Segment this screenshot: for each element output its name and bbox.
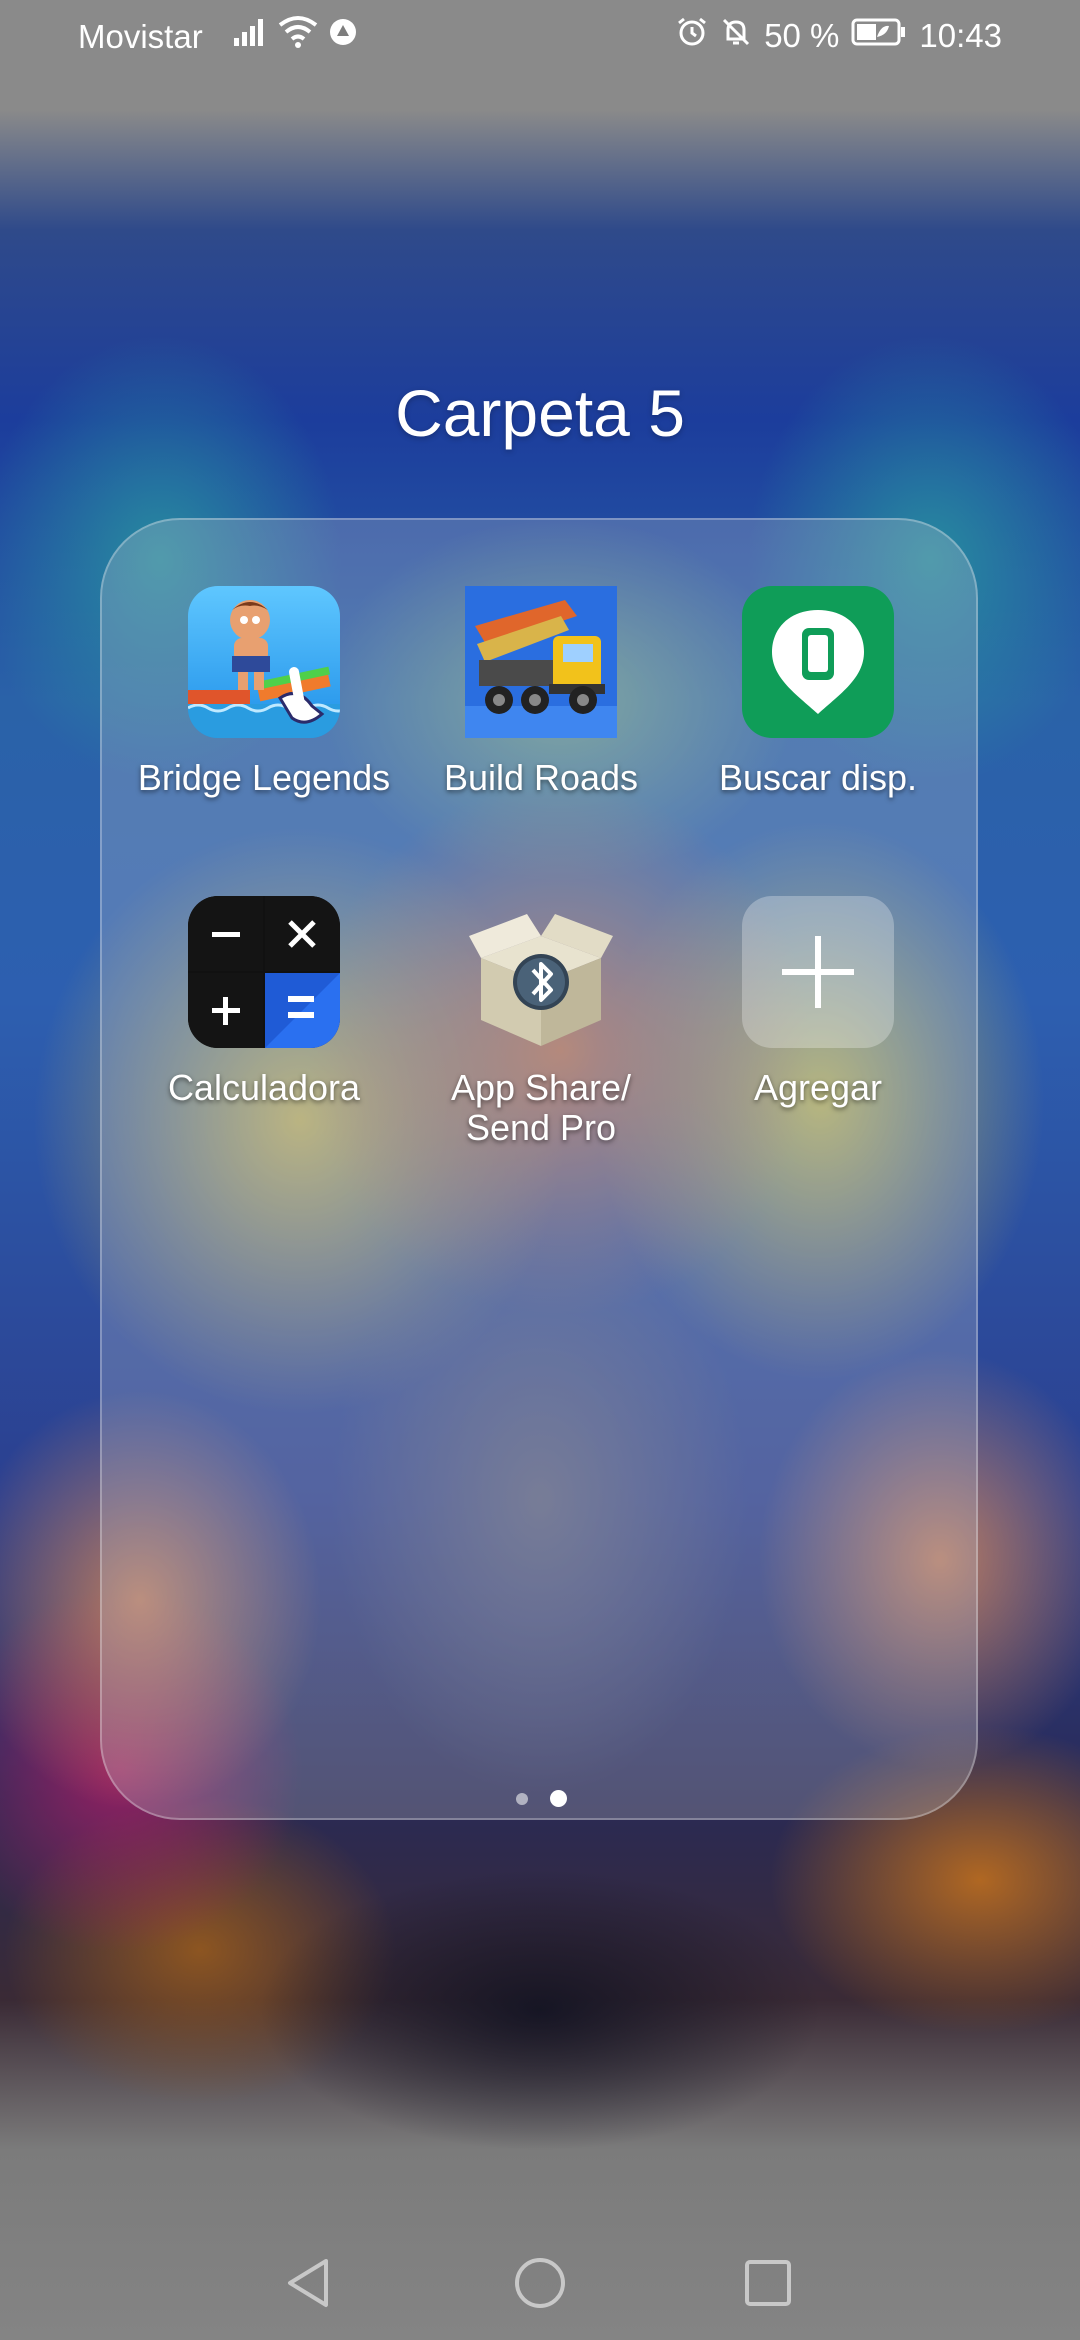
home-button[interactable] xyxy=(505,2248,575,2318)
battery-percent: 50 % xyxy=(764,17,840,54)
recents-button[interactable] xyxy=(733,2248,803,2318)
page-indicator xyxy=(102,1790,980,1807)
battery-icon xyxy=(851,17,907,55)
page-dot[interactable] xyxy=(515,1792,528,1805)
alarm-icon xyxy=(676,16,708,56)
app-bridge-legends[interactable]: Bridge Legends xyxy=(126,586,402,798)
folder-title[interactable]: Carpeta 5 xyxy=(0,375,1080,451)
add-app-button[interactable]: Agregar xyxy=(680,896,956,1108)
page-dot-active[interactable] xyxy=(549,1790,567,1807)
build-roads-icon xyxy=(465,586,617,738)
app-build-roads[interactable]: Build Roads xyxy=(403,586,679,798)
app-calculadora[interactable]: Calculadora xyxy=(126,896,402,1108)
clock: 10:43 xyxy=(919,17,1002,54)
app-label: Agregar xyxy=(753,1067,883,1108)
navigation-bar xyxy=(0,2220,1080,2340)
back-button[interactable] xyxy=(273,2248,343,2318)
bell-off-icon xyxy=(720,16,752,56)
signal-icon xyxy=(232,16,268,56)
app-label: App Share/ Send Pro xyxy=(450,1067,632,1148)
home-screen: Movistar 50 % 10:43 Carpeta 5 Bridge Leg… xyxy=(0,0,1080,2340)
wifi-icon xyxy=(278,15,318,57)
bridge-legends-icon xyxy=(188,586,340,738)
add-icon xyxy=(742,896,894,1048)
app-buscar-disp[interactable]: Buscar disp. xyxy=(680,586,956,798)
data-saver-icon xyxy=(328,17,358,55)
recents-icon xyxy=(745,2260,791,2306)
app-label: Bridge Legends xyxy=(137,757,391,798)
home-icon xyxy=(515,2258,565,2308)
find-device-icon xyxy=(742,586,894,738)
app-label: Buscar disp. xyxy=(718,757,918,798)
app-label: Calculadora xyxy=(167,1067,361,1108)
app-label: Build Roads xyxy=(443,757,639,798)
network-icons xyxy=(232,16,358,56)
back-icon xyxy=(288,2259,328,2307)
app-share-send-pro[interactable]: App Share/ Send Pro xyxy=(403,896,679,1148)
carrier-name: Movistar xyxy=(78,18,203,55)
calculator-icon xyxy=(188,896,340,1048)
app-share-icon xyxy=(465,896,617,1048)
status-bar: Movistar 50 % 10:43 xyxy=(0,0,1080,80)
folder-panel: Bridge Legends Build Roads Buscar disp. … xyxy=(100,518,978,1820)
status-right: 50 % 10:43 xyxy=(676,16,1002,56)
